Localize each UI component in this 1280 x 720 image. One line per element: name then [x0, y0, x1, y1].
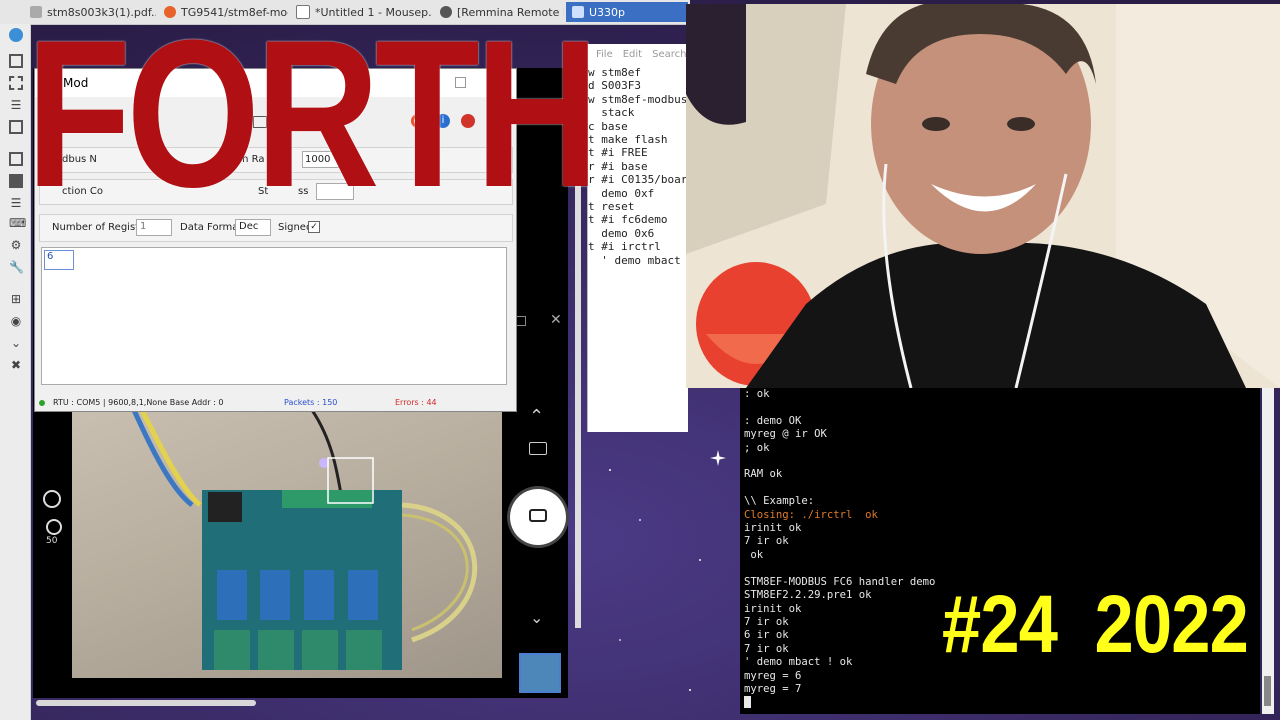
- scale-icon[interactable]: [9, 152, 23, 166]
- settings-icon[interactable]: ⚙: [9, 238, 23, 252]
- add-icon[interactable]: ⊞: [9, 292, 23, 306]
- terminal-line: \\ Example:: [744, 495, 815, 508]
- fullscreen-icon[interactable]: [9, 54, 23, 68]
- editor-line: c base: [588, 119, 628, 133]
- camera-preview-photo: [72, 410, 502, 678]
- terminal-scroll-thumb[interactable]: [1264, 676, 1271, 706]
- keyboard-icon[interactable]: ⌨: [9, 216, 26, 230]
- camera-icon: [529, 509, 547, 522]
- logo-icon: [9, 28, 23, 42]
- list-icon[interactable]: ☰: [9, 196, 23, 210]
- packets-count: Packets : 150: [284, 398, 338, 407]
- wrench-icon[interactable]: 🔧: [9, 260, 24, 274]
- disconnect-icon[interactable]: ✖: [9, 358, 23, 372]
- grab-icon[interactable]: [9, 174, 23, 188]
- scrollbar-bottom[interactable]: [36, 700, 256, 706]
- terminal-line: irinit ok: [744, 522, 802, 535]
- shutter-button[interactable]: [510, 489, 566, 545]
- modbus-status-bar: RTU : COM5 | 9600,8,1,None Base Addr : 0…: [35, 395, 516, 411]
- editor-line: demo 0x6: [588, 226, 655, 240]
- terminal-line: myreg @ ir OK: [744, 428, 827, 441]
- editor-line: t #i FREE: [588, 146, 648, 160]
- terminal-line: Closing: ./irctrl ok: [744, 508, 878, 521]
- register-value-area: 6: [41, 247, 507, 385]
- window-close-icon[interactable]: ✕: [550, 312, 562, 328]
- text-editor-window: File Edit Search w stm8ef d S003F3 w stm8e…: [587, 44, 688, 432]
- terminal-line: RAM ok: [744, 468, 783, 481]
- menu-file[interactable]: File: [596, 49, 613, 60]
- chevron-down-icon[interactable]: ⌄: [530, 608, 543, 627]
- editor-line: stack: [588, 106, 635, 120]
- window-icon[interactable]: [9, 120, 23, 134]
- menu-icon[interactable]: ☰: [9, 98, 23, 112]
- editor-line: d S003F3: [588, 79, 641, 93]
- terminal-line: 7 ir ok: [744, 535, 789, 548]
- editor-menu-bar: File Edit Search: [588, 44, 688, 64]
- screenshot-icon[interactable]: ◉: [9, 314, 23, 328]
- episode-overlay: #24 2022: [942, 579, 1249, 670]
- gallery-thumbnail[interactable]: [519, 653, 561, 693]
- timer-value: 50: [46, 536, 58, 546]
- editor-line: t reset: [588, 200, 635, 214]
- editor-line: t #i fc6demo: [588, 213, 668, 227]
- menu-search[interactable]: Search: [652, 49, 686, 60]
- chevron-down-icon[interactable]: ⌄: [9, 336, 23, 350]
- window-maximize-icon[interactable]: [516, 316, 526, 326]
- errors-count: Errors : 44: [395, 398, 437, 407]
- connection-status: RTU : COM5 | 9600,8,1,None Base Addr : 0: [53, 398, 224, 407]
- editor-line: w stm8ef-modbus: [588, 92, 688, 106]
- terminal-line: : demo OK: [744, 414, 802, 427]
- forth-title-overlay: FORTH: [26, 0, 599, 231]
- terminal-line: myreg = 6: [744, 669, 802, 682]
- menu-edit[interactable]: Edit: [623, 49, 642, 60]
- editor-line: t #i irctrl: [588, 240, 661, 254]
- editor-line: r #i C0135/boar: [588, 173, 688, 187]
- register-value-cell[interactable]: 6: [44, 250, 74, 270]
- terminal-line: : ok: [744, 388, 770, 400]
- editor-text[interactable]: w stm8ef d S003F3 w stm8ef-modbus stack c b…: [588, 66, 688, 267]
- editor-line: r #i base: [588, 159, 648, 173]
- exposure-icon[interactable]: [46, 519, 62, 535]
- terminal-scrollbar[interactable]: [1262, 388, 1274, 714]
- editor-line: demo 0xf: [588, 186, 655, 200]
- chevron-up-icon[interactable]: ⌃: [529, 406, 544, 427]
- taskbar-item-label: U330p: [589, 5, 626, 19]
- editor-line: ' demo mbact: [588, 253, 681, 267]
- terminal-cursor: [744, 696, 751, 709]
- fit-window-icon[interactable]: [9, 76, 23, 90]
- timer-icon[interactable]: [43, 490, 61, 508]
- terminal-line: myreg = 7: [744, 682, 802, 695]
- status-dot: [39, 400, 45, 406]
- terminal-line: ok: [744, 548, 764, 561]
- webcam-video: [686, 4, 1280, 388]
- terminal-line: ; ok: [744, 441, 770, 454]
- editor-line: w stm8ef: [588, 66, 641, 79]
- video-mode-icon[interactable]: [529, 442, 547, 455]
- editor-line: t make flash: [588, 133, 668, 147]
